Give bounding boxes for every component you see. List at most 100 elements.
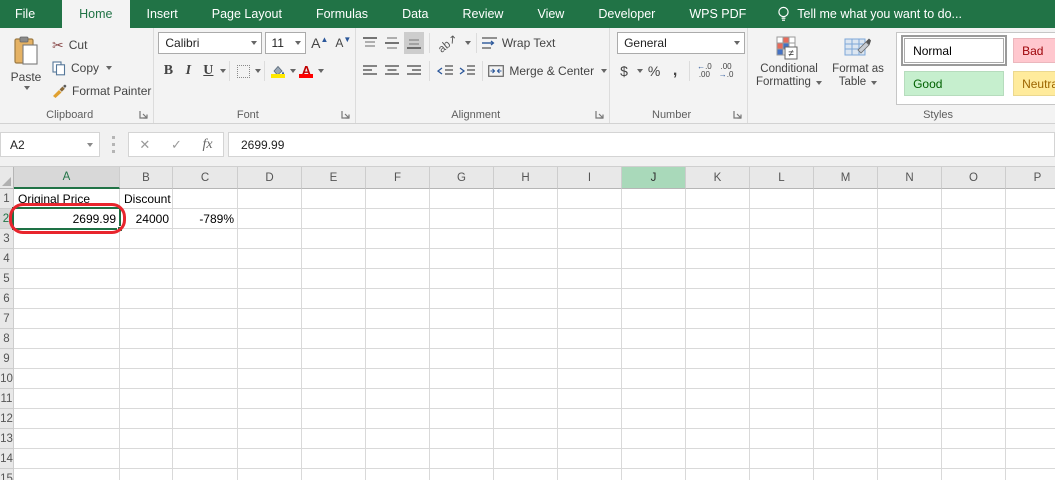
comma-button[interactable]: , [665, 60, 685, 82]
middle-align-button[interactable] [382, 32, 402, 54]
column-header-F[interactable]: F [366, 167, 430, 189]
tab-formulas[interactable]: Formulas [299, 0, 385, 28]
borders-button[interactable] [233, 60, 253, 82]
gridline-col-N [941, 189, 942, 480]
gridline-col-J [685, 189, 686, 480]
column-header-J[interactable]: J [622, 167, 686, 189]
column-header-C[interactable]: C [173, 167, 238, 189]
italic-button[interactable]: I [178, 60, 198, 82]
tab-insert[interactable]: Insert [130, 0, 195, 28]
column-header-I[interactable]: I [558, 167, 622, 189]
conditional-formatting-button[interactable]: ≠ Conditional Formatting [752, 32, 826, 105]
merge-center-icon [488, 65, 505, 77]
row-header-7[interactable]: 7 [0, 309, 14, 329]
alignment-dialog-launcher[interactable] [595, 110, 605, 120]
format-painter-button[interactable]: Format Painter [52, 81, 151, 101]
column-header-P[interactable]: P [1006, 167, 1055, 189]
name-box[interactable]: A2 [0, 132, 100, 157]
copy-button[interactable]: Copy [52, 58, 151, 78]
font-name-combo[interactable]: Calibri [158, 32, 262, 54]
column-header-M[interactable]: M [814, 167, 878, 189]
number-format-value: General [624, 36, 667, 50]
tab-view[interactable]: View [520, 0, 581, 28]
row-header-8[interactable]: 8 [0, 329, 14, 349]
tab-page-layout[interactable]: Page Layout [195, 0, 299, 28]
column-header-G[interactable]: G [430, 167, 494, 189]
column-header-L[interactable]: L [750, 167, 814, 189]
confirm-entry-button[interactable]: ✓ [171, 137, 182, 153]
font-size-combo[interactable]: 11 [264, 32, 307, 54]
column-header-B[interactable]: B [120, 167, 173, 189]
tab-data[interactable]: Data [385, 0, 445, 28]
tab-developer[interactable]: Developer [581, 0, 672, 28]
underline-button[interactable]: U [198, 60, 218, 82]
wrap-text-button[interactable]: Wrap Text [481, 33, 555, 53]
tab-review[interactable]: Review [445, 0, 520, 28]
decrease-indent-button[interactable] [435, 60, 455, 82]
row-header-5[interactable]: 5 [0, 269, 14, 289]
tab-file[interactable]: File [0, 0, 51, 28]
cell-B1[interactable]: Discount [120, 189, 173, 209]
bold-button[interactable]: B [158, 60, 178, 82]
insert-function-button[interactable]: fx [203, 137, 213, 153]
column-header-D[interactable]: D [238, 167, 302, 189]
cut-button[interactable]: ✂ Cut [52, 35, 151, 55]
row-header-15[interactable]: 15 [0, 469, 14, 480]
row-header-14[interactable]: 14 [0, 449, 14, 469]
align-right-button[interactable] [404, 60, 424, 82]
tell-me-box[interactable]: Tell me what you want to do... [777, 0, 962, 28]
row-header-11[interactable]: 11 [0, 389, 14, 409]
font-size-dropdown-icon [295, 41, 302, 45]
tab-wps-pdf[interactable]: WPS PDF [672, 0, 763, 28]
cell-B2[interactable]: 24000 [120, 209, 173, 229]
font-color-button[interactable]: A [296, 60, 316, 82]
row-header-13[interactable]: 13 [0, 429, 14, 449]
number-dialog-launcher[interactable] [733, 110, 743, 120]
row-header-12[interactable]: 12 [0, 409, 14, 429]
row-header-3[interactable]: 3 [0, 229, 14, 249]
row-header-4[interactable]: 4 [0, 249, 14, 269]
column-header-O[interactable]: O [942, 167, 1006, 189]
row-header-9[interactable]: 9 [0, 349, 14, 369]
increase-indent-button[interactable] [457, 60, 477, 82]
orientation-button[interactable]: ab↗ [435, 32, 460, 55]
column-header-K[interactable]: K [686, 167, 750, 189]
fill-color-button[interactable] [268, 60, 288, 82]
currency-button[interactable]: $ [614, 60, 634, 82]
column-header-E[interactable]: E [302, 167, 366, 189]
cancel-entry-button[interactable]: ✕ [139, 137, 150, 153]
style-normal[interactable]: Normal [901, 35, 1008, 66]
format-as-table-button[interactable]: Format as Table [826, 32, 890, 105]
row-header-10[interactable]: 10 [0, 369, 14, 389]
gridline-col-I [621, 189, 622, 480]
increase-decimal-button[interactable]: ←.0.00 [694, 63, 715, 79]
clipboard-dialog-launcher[interactable] [139, 110, 149, 120]
decrease-font-button[interactable]: A ▼ [333, 32, 353, 54]
column-header-A[interactable]: A [14, 167, 120, 189]
row-header-1[interactable]: 1 [0, 189, 14, 209]
decrease-decimal-button[interactable]: .00 →.0 [716, 63, 737, 79]
row-header-6[interactable]: 6 [0, 289, 14, 309]
formula-input[interactable]: 2699.99 [228, 132, 1055, 157]
underline-dropdown-icon [220, 69, 227, 73]
merge-center-button[interactable]: Merge & Center [488, 61, 608, 81]
column-header-H[interactable]: H [494, 167, 558, 189]
align-center-button[interactable] [382, 60, 402, 82]
bottom-align-button[interactable] [404, 32, 425, 54]
tab-home[interactable]: Home [62, 0, 130, 28]
column-header-N[interactable]: N [878, 167, 942, 189]
top-align-button[interactable] [360, 32, 380, 54]
percent-button[interactable]: % [644, 60, 664, 82]
font-dialog-launcher[interactable] [341, 110, 351, 120]
worksheet-grid[interactable]: A B C D E F G H I J K L M N O P 1 2 3 4 5 6 7 8 9 10 11 12 13 14 15 Ori… [0, 166, 1055, 480]
style-good[interactable]: Good [904, 71, 1005, 96]
cell-C2[interactable]: -789% [173, 209, 238, 229]
style-bad[interactable]: Bad [1013, 38, 1055, 63]
style-neutral[interactable]: Neutral [1013, 71, 1055, 96]
align-left-button[interactable] [360, 60, 380, 82]
increase-font-button[interactable]: A ▲ [309, 32, 330, 54]
formula-bar-handle[interactable] [112, 136, 115, 153]
paste-button[interactable]: Paste [4, 32, 48, 105]
number-format-combo[interactable]: General [617, 32, 746, 54]
select-all-corner[interactable] [0, 167, 14, 189]
